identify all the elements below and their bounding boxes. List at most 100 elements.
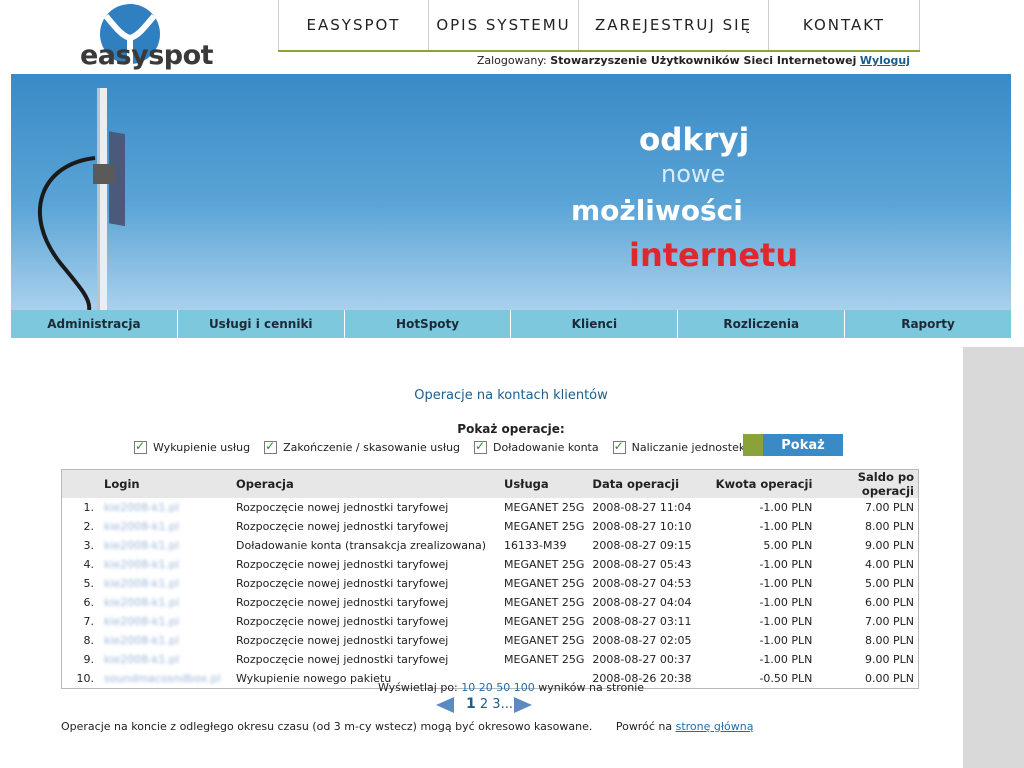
row-balance: 5.00 PLN	[865, 577, 914, 590]
filter-zakonczenie[interactable]: Zakończenie / skasowanie usług	[264, 439, 460, 454]
antenna-mast-graphic	[37, 88, 125, 310]
filter-doladowanie[interactable]: Doładowanie konta	[474, 439, 599, 454]
prev-arrow-icon[interactable]	[436, 697, 454, 713]
nav-easyspot[interactable]: EASYSPOT	[278, 0, 428, 50]
row-operation: Doładowanie konta (transakcja zrealizowa…	[236, 539, 486, 552]
row-balance: 9.00 PLN	[865, 653, 914, 666]
row-amount: -1.00 PLN	[759, 615, 813, 628]
table-row: 7. kie2008-k1.pl Rozpoczęcie nowej jednost…	[62, 612, 918, 631]
row-number: 2.	[83, 520, 95, 533]
show-button-label[interactable]: Pokaż	[763, 434, 843, 456]
nav-underline	[278, 50, 920, 52]
filters-label: Pokaż operacje:	[457, 422, 565, 436]
menu-raporty[interactable]: Raporty	[845, 310, 1011, 338]
table-row: 3. kie2008-k1.pl Doładowanie konta (transa…	[62, 536, 918, 555]
per-page-10[interactable]: 10	[461, 681, 475, 694]
row-number: 9.	[83, 653, 95, 666]
row-balance: 7.00 PLN	[865, 615, 914, 628]
row-service: MEGANET 25G	[504, 577, 585, 590]
back-home: Powróć na stronę główną	[616, 720, 754, 733]
login-link[interactable]: kie2008-k1.pl	[104, 558, 179, 571]
row-service: MEGANET 25G	[504, 501, 585, 514]
row-amount: 5.00 PLN	[763, 539, 813, 552]
row-operation: Rozpoczęcie nowej jednostki taryfowej	[236, 577, 449, 590]
logged-user: Stowarzyszenie Użytkowników Sieci Intern…	[550, 54, 857, 67]
menu-hotspoty[interactable]: HotSpoty	[345, 310, 512, 338]
row-service: MEGANET 25G	[504, 615, 585, 628]
row-date: 2008-08-27 04:53	[592, 577, 692, 590]
main-menu: Administracja Usługi i cenniki HotSpoty …	[11, 310, 1011, 338]
banner-line-internetu: internetu	[629, 236, 799, 274]
per-page-50[interactable]: 50	[496, 681, 510, 694]
logout-link[interactable]: Wyloguj	[860, 54, 910, 67]
row-date: 2008-08-27 04:04	[592, 596, 692, 609]
col-header-data[interactable]: Data operacji	[588, 470, 705, 498]
login-link[interactable]: kie2008-k1.pl	[104, 520, 179, 533]
menu-administracja[interactable]: Administracja	[11, 310, 178, 338]
login-link[interactable]: kie2008-k1.pl	[104, 596, 179, 609]
operations-table: Login Operacja Usługa Data operacji Kwot…	[62, 470, 918, 688]
row-service: MEGANET 25G	[504, 558, 585, 571]
row-amount: -1.00 PLN	[759, 577, 813, 590]
col-header-login[interactable]: Login	[100, 470, 232, 498]
menu-klienci[interactable]: Klienci	[511, 310, 679, 338]
login-link[interactable]: kie2008-k1.pl	[104, 634, 179, 647]
login-link[interactable]: kie2008-k1.pl	[104, 615, 179, 628]
col-header-operacja[interactable]: Operacja	[232, 470, 500, 498]
next-arrow-icon[interactable]	[514, 697, 532, 713]
table-body: 1. kie2008-k1.pl Rozpoczęcie nowej jednost…	[62, 498, 918, 688]
col-header-saldo[interactable]: Saldo po operacji	[820, 470, 918, 498]
per-page-100[interactable]: 100	[514, 681, 535, 694]
row-balance: 7.00 PLN	[865, 501, 914, 514]
top-right-blank	[920, 0, 1024, 74]
page-numbers: 1 2 3...	[466, 696, 513, 712]
top-navigation: EASYSPOT OPIS SYSTEMU ZAREJESTRUJ SIĘ KO…	[278, 0, 920, 50]
login-link[interactable]: kie2008-k1.pl	[104, 653, 179, 666]
row-date: 2008-08-27 00:37	[592, 653, 692, 666]
nav-kontakt[interactable]: KONTAKT	[768, 0, 920, 50]
checkbox-checked-icon[interactable]	[612, 439, 626, 454]
current-page: 1	[466, 696, 476, 712]
login-link[interactable]: kie2008-k1.pl	[104, 577, 179, 590]
row-operation: Rozpoczęcie nowej jednostki taryfowej	[236, 634, 449, 647]
col-header-num	[62, 470, 100, 498]
login-link[interactable]: kie2008-k1.pl	[104, 501, 179, 514]
filter-wykupienie[interactable]: Wykupienie usług	[134, 439, 250, 454]
row-login: kie2008-k1.pl	[100, 593, 232, 612]
checkbox-checked-icon[interactable]	[134, 439, 147, 454]
checkbox-checked-icon[interactable]	[264, 439, 278, 454]
nav-opis-systemu[interactable]: OPIS SYSTEMU	[428, 0, 578, 50]
col-header-kwota[interactable]: Kwota operacji	[704, 470, 821, 498]
per-page-prefix: Wyświetlaj po:	[377, 681, 458, 694]
login-link[interactable]: kie2008-k1.pl	[104, 539, 179, 552]
logged-in-info: Zalogowany: Stowarzyszenie Użytkowników …	[477, 54, 910, 67]
row-date: 2008-08-27 10:10	[592, 520, 692, 533]
per-page-20[interactable]: 20	[479, 681, 493, 694]
checkbox-checked-icon[interactable]	[474, 439, 488, 454]
footer-note-text: Operacje na koncie z odległego okresu cz…	[61, 720, 593, 733]
easyspot-logo[interactable]: easyspot	[80, 2, 214, 72]
row-service: MEGANET 25G	[504, 634, 585, 647]
per-page-suffix: wyników na stronie	[538, 681, 645, 694]
row-login: kie2008-k1.pl	[100, 612, 232, 631]
other-pages[interactable]: 2 3...	[480, 697, 513, 712]
row-date: 2008-08-27 03:11	[592, 615, 692, 628]
footer-note: Operacje na koncie z odległego okresu cz…	[61, 720, 753, 733]
table-row: 6. kie2008-k1.pl Rozpoczęcie nowej jednost…	[62, 593, 918, 612]
table-row: 4. kie2008-k1.pl Rozpoczęcie nowej jednost…	[62, 555, 918, 574]
table-row: 1. kie2008-k1.pl Rozpoczęcie nowej jednost…	[62, 498, 918, 517]
row-balance: 4.00 PLN	[865, 558, 914, 571]
row-login: kie2008-k1.pl	[100, 555, 232, 574]
row-number: 6.	[83, 596, 95, 609]
nav-zarejestruj[interactable]: ZAREJESTRUJ SIĘ	[578, 0, 768, 50]
per-page-selector: Wyświetlaj po: 10 20 50 100 wyników na s…	[0, 681, 1022, 694]
row-operation: Rozpoczęcie nowej jednostki taryfowej	[236, 501, 449, 514]
row-balance: 9.00 PLN	[865, 539, 914, 552]
col-header-usluga[interactable]: Usługa	[500, 470, 589, 498]
menu-uslugi-cenniki[interactable]: Usługi i cenniki	[178, 310, 345, 338]
row-operation: Rozpoczęcie nowej jednostki taryfowej	[236, 615, 449, 628]
back-home-link[interactable]: stronę główną	[676, 720, 754, 733]
table-row: 5. kie2008-k1.pl Rozpoczęcie nowej jednost…	[62, 574, 918, 593]
show-button[interactable]: Pokaż	[743, 434, 843, 456]
menu-rozliczenia[interactable]: Rozliczenia	[678, 310, 846, 338]
